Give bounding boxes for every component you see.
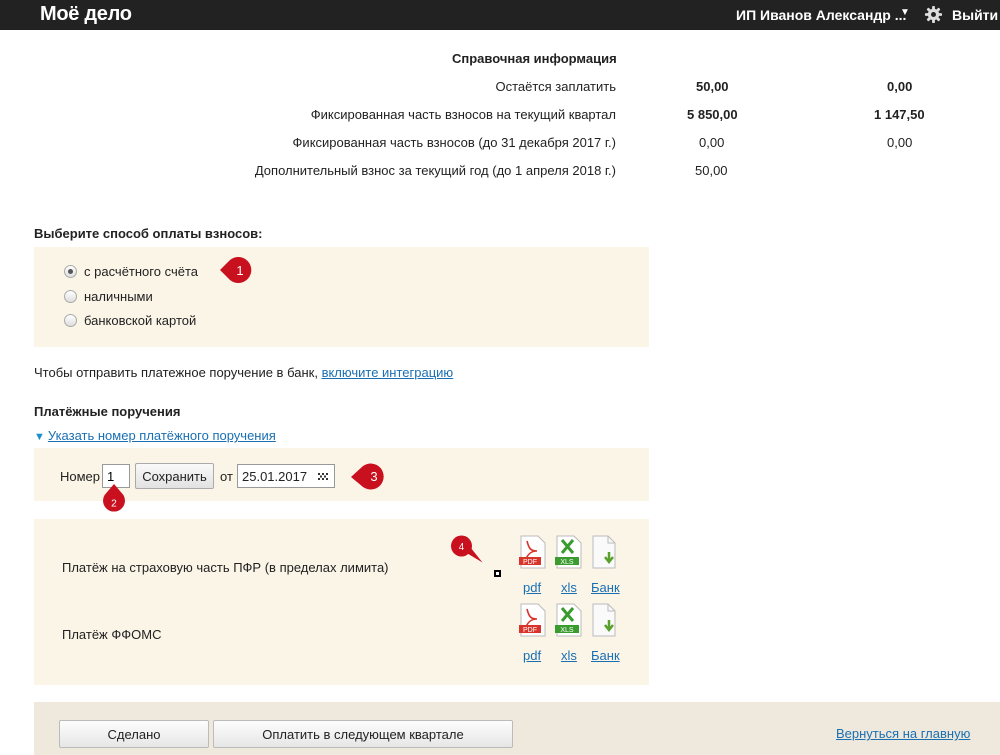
- pdf-download-link[interactable]: pdf: [523, 648, 541, 663]
- done-button[interactable]: Сделано: [59, 720, 209, 748]
- bank-download-icon[interactable]: [591, 603, 619, 637]
- reference-row: Фиксированная часть взносов (до 31 декаб…: [0, 135, 1000, 153]
- radio-label[interactable]: с расчётного счёта: [84, 264, 198, 279]
- reference-value: 50,00: [695, 163, 728, 178]
- reference-value: 0,00: [887, 135, 913, 150]
- order-number-toggle-link[interactable]: Указать номер платёжного поручения: [48, 428, 276, 443]
- bank-export-link[interactable]: Банк: [591, 580, 620, 595]
- radio-label[interactable]: наличными: [84, 289, 153, 304]
- callout-badge: 4: [451, 535, 483, 563]
- logout-link[interactable]: Выйти: [952, 7, 998, 23]
- callout-number: 3: [370, 469, 377, 484]
- app-logo[interactable]: Моё дело: [40, 3, 132, 26]
- reference-label: Фиксированная часть взносов на текущий к…: [310, 107, 616, 122]
- reference-value: 50,00: [696, 79, 729, 94]
- reference-label: Фиксированная часть взносов (до 31 декаб…: [292, 135, 616, 150]
- reference-value: 0,00: [699, 135, 725, 150]
- back-to-main-link[interactable]: Вернуться на главную: [836, 726, 970, 741]
- payment-label: Платёж ФФОМС: [62, 627, 162, 642]
- integration-note: Чтобы отправить платежное поручение в ба…: [34, 365, 453, 380]
- reference-label: Остаётся заплатить: [495, 79, 616, 94]
- svg-text:PDF: PDF: [523, 627, 537, 634]
- orders-title: Платёжные поручения: [34, 404, 181, 419]
- pay-next-quarter-button[interactable]: Оплатить в следующем квартале: [213, 720, 513, 748]
- svg-text:PDF: PDF: [523, 559, 537, 566]
- callout-badge: 1: [220, 257, 252, 283]
- reference-title: Справочная информация: [452, 51, 617, 66]
- callout-number: 4: [459, 542, 465, 553]
- pdf-file-icon[interactable]: PDF: [519, 603, 547, 637]
- bank-download-icon[interactable]: [591, 535, 619, 569]
- reference-row: Фиксированная часть взносов на текущий к…: [0, 107, 1000, 125]
- date-input[interactable]: 25.01.2017: [237, 464, 335, 488]
- bank-export-link[interactable]: Банк: [591, 648, 620, 663]
- integration-note-text: Чтобы отправить платежное поручение в ба…: [34, 365, 318, 380]
- reference-row: Дополнительный взнос за текущий год (до …: [0, 163, 1000, 181]
- top-bar: Моё дело ИП Иванов Александр ... ▼ Выйти: [0, 0, 1000, 30]
- order-number-toggle[interactable]: ▼ Указать номер платёжного поручения: [34, 428, 276, 443]
- svg-text:XLS: XLS: [560, 559, 574, 566]
- reference-value: 1 147,50: [874, 107, 925, 122]
- xls-download-link[interactable]: xls: [561, 580, 577, 595]
- number-label: Номер: [60, 469, 101, 484]
- xls-file-icon[interactable]: XLS: [555, 535, 583, 569]
- callout-number: 1: [236, 263, 243, 278]
- save-button[interactable]: Сохранить: [135, 463, 214, 489]
- reference-row: Остаётся заплатить 50,00 0,00: [0, 79, 1000, 97]
- reference-value: 5 850,00: [687, 107, 738, 122]
- enable-integration-link[interactable]: включите интеграцию: [322, 365, 454, 380]
- gear-icon[interactable]: [924, 5, 943, 24]
- callout-number: 2: [111, 499, 117, 510]
- calendar-icon[interactable]: [318, 473, 328, 480]
- xls-download-link[interactable]: xls: [561, 648, 577, 663]
- radio-button[interactable]: [64, 290, 77, 303]
- chevron-down-icon[interactable]: ▼: [900, 7, 910, 18]
- radio-label[interactable]: банковской картой: [84, 313, 196, 328]
- reference-value: 0,00: [887, 79, 913, 94]
- triangle-down-icon[interactable]: ▼: [34, 431, 45, 443]
- from-label: от: [220, 469, 233, 484]
- svg-text:XLS: XLS: [560, 627, 574, 634]
- callout-badge: 3: [351, 463, 384, 490]
- callout-badge: 2: [103, 484, 125, 512]
- radio-button[interactable]: [64, 314, 77, 327]
- reference-label: Дополнительный взнос за текущий год (до …: [254, 163, 616, 178]
- user-menu[interactable]: ИП Иванов Александр ...: [736, 7, 906, 23]
- xls-file-icon[interactable]: XLS: [555, 603, 583, 637]
- date-value: 25.01.2017: [242, 469, 308, 484]
- payment-method-title: Выберите способ оплаты взносов:: [34, 226, 263, 241]
- cursor-marker: [494, 570, 501, 577]
- payment-label: Платёж на страховую часть ПФР (в предела…: [62, 560, 389, 575]
- pdf-file-icon[interactable]: PDF: [519, 535, 547, 569]
- pdf-download-link[interactable]: pdf: [523, 580, 541, 595]
- radio-button[interactable]: [64, 265, 77, 278]
